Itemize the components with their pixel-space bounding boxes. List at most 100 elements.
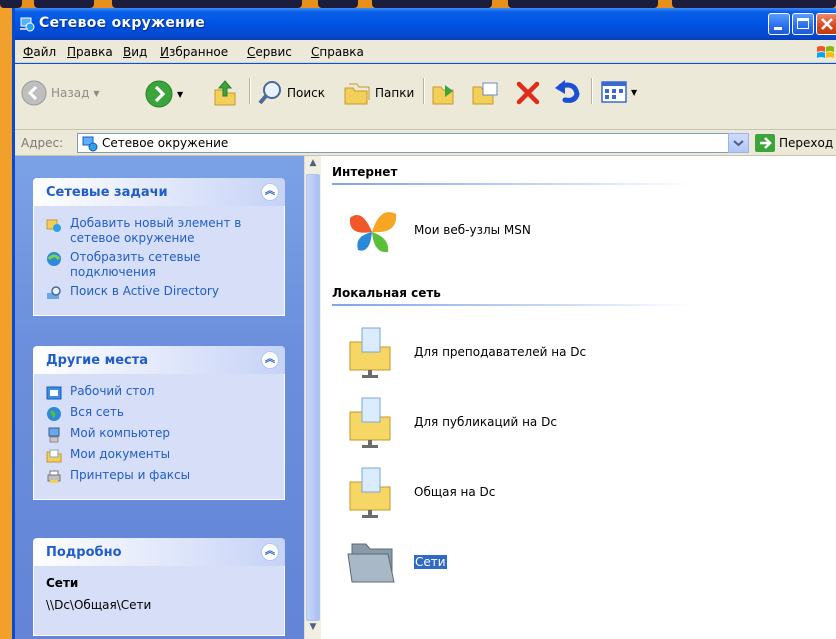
- address-value: Сетевое окружение: [102, 136, 229, 150]
- folders-button[interactable]: Папки: [343, 80, 414, 106]
- address-label: Адрес:: [21, 136, 64, 150]
- scroll-up-icon[interactable]: ▲: [305, 158, 321, 174]
- address-dropdown-button[interactable]: [728, 133, 749, 153]
- network-connections-icon: [47, 252, 61, 266]
- search-label: Поиск: [287, 86, 326, 100]
- network-tasks-title: Сетевые задачи: [46, 185, 168, 200]
- search-icon: [258, 81, 281, 105]
- network-tasks-group: Сетевые задачи ︽ Добавить новый элемент …: [33, 178, 285, 316]
- close-button[interactable]: [816, 13, 836, 35]
- other-places-header[interactable]: Другие места ︽: [33, 346, 285, 374]
- views-button[interactable]: ▼: [601, 80, 637, 104]
- forward-button[interactable]: ▼: [145, 80, 183, 108]
- other-places-title: Другие места: [46, 353, 149, 368]
- file-list: Интернет Мои веб-узлы MSN Локальная сеть: [322, 156, 836, 639]
- collapse-icon[interactable]: ︽: [261, 543, 279, 561]
- place-label: Мой компьютер: [70, 426, 170, 440]
- network-folder-icon: [349, 397, 391, 448]
- place-my-documents[interactable]: Мои документы: [46, 447, 274, 464]
- entire-network-icon: [47, 407, 61, 421]
- network-tasks-header[interactable]: Сетевые задачи ︽: [33, 178, 285, 206]
- other-places-body: Рабочий стол Вся сеть Мой компьютер Мои …: [33, 374, 285, 500]
- details-item-path: \\Dc\Общая\Сети: [46, 598, 152, 612]
- file-item-common-share[interactable]: Общая на Dc: [344, 464, 495, 520]
- window-title: Сетевое окружение: [39, 15, 205, 31]
- menu-file[interactable]: Файл: [23, 45, 56, 59]
- slide-top-strip: [0, 0, 836, 8]
- undo-icon[interactable]: [553, 80, 581, 106]
- desktop-icon: [46, 386, 62, 400]
- details-body: Сети \\Dc\Общая\Сети: [33, 566, 285, 636]
- file-item-seti-folder[interactable]: Сети: [344, 534, 447, 590]
- explorer-window: Сетевое окружение Файл Правка Вид Избран…: [12, 8, 836, 639]
- network-places-icon: [20, 17, 35, 32]
- views-icon: [601, 81, 627, 103]
- scroll-down-icon[interactable]: ▼: [305, 622, 321, 638]
- task-label: Поиск в Active Directory: [70, 284, 219, 298]
- network-tasks-body: Добавить новый элемент в сетевое окружен…: [33, 206, 285, 316]
- scroll-thumb[interactable]: [306, 174, 320, 621]
- views-dropdown-icon[interactable]: ▼: [631, 88, 637, 97]
- network-folder-icon: [349, 467, 391, 518]
- place-entire-network[interactable]: Вся сеть: [46, 405, 274, 422]
- delete-icon[interactable]: [515, 80, 541, 106]
- vertical-scrollbar[interactable]: ▲ ▼: [304, 156, 321, 639]
- menu-view[interactable]: Вид: [123, 45, 147, 59]
- file-name-selected: Сети: [414, 555, 447, 569]
- file-name: Для преподавателей на Dc: [414, 345, 587, 359]
- menu-bar: Файл Правка Вид Избранное Сервис Справка: [15, 40, 836, 63]
- section-divider: [332, 304, 692, 306]
- minimize-button[interactable]: [768, 13, 790, 35]
- up-folder-icon[interactable]: [211, 78, 239, 108]
- search-button[interactable]: Поиск: [257, 80, 325, 106]
- go-arrow-icon: [755, 134, 775, 152]
- windows-logo-icon: [817, 46, 834, 58]
- folders-label: Папки: [375, 86, 415, 100]
- back-dropdown-icon[interactable]: ▼: [93, 89, 99, 98]
- task-label: Добавить новый элемент в сетевое окружен…: [70, 216, 242, 245]
- file-name: Мои веб-узлы MSN: [414, 223, 531, 237]
- task-pane: Сетевые задачи ︽ Добавить новый элемент …: [15, 156, 304, 639]
- chevron-down-icon: [733, 140, 744, 147]
- task-add-network-place[interactable]: Добавить новый элемент в сетевое окружен…: [46, 216, 274, 246]
- network-folder-icon: [349, 327, 391, 378]
- close-icon: [821, 18, 833, 30]
- maximize-button[interactable]: [792, 13, 814, 35]
- copy-to-icon[interactable]: [471, 79, 501, 107]
- place-desktop[interactable]: Рабочий стол: [46, 384, 274, 401]
- back-label: Назад: [51, 86, 90, 100]
- my-documents-icon: [46, 449, 62, 463]
- section-header-internet: Интернет: [332, 165, 398, 179]
- toolbar: Назад ▼ ▼ Поиск Папки ▼: [15, 64, 836, 130]
- move-to-icon[interactable]: [431, 79, 461, 107]
- network-places-icon: [82, 136, 98, 152]
- menu-help[interactable]: Справка: [311, 45, 364, 59]
- task-search-directory[interactable]: Поиск в Active Directory: [46, 284, 274, 301]
- title-bar[interactable]: Сетевое окружение: [15, 8, 836, 40]
- file-item-msn[interactable]: Мои веб-узлы MSN: [344, 202, 531, 258]
- collapse-icon[interactable]: ︽: [261, 183, 279, 201]
- forward-dropdown-icon[interactable]: ▼: [177, 90, 183, 99]
- forward-arrow-icon: [145, 80, 173, 108]
- file-item-teachers-share[interactable]: Для преподавателей на Dc: [344, 324, 586, 380]
- file-item-publications-share[interactable]: Для публикаций на Dc: [344, 394, 557, 450]
- address-input[interactable]: Сетевое окружение: [77, 133, 749, 153]
- place-printers[interactable]: Принтеры и факсы: [46, 468, 274, 485]
- collapse-icon[interactable]: ︽: [261, 351, 279, 369]
- back-button[interactable]: Назад ▼: [21, 80, 100, 106]
- details-item-name: Сети: [46, 576, 79, 590]
- menu-favorites[interactable]: Избранное: [160, 45, 228, 59]
- section-divider: [332, 183, 692, 185]
- my-computer-icon: [48, 427, 60, 443]
- menu-edit[interactable]: Правка: [67, 45, 113, 59]
- go-button[interactable]: Переход: [755, 134, 833, 152]
- file-name: Для публикаций на Dc: [414, 415, 557, 429]
- other-places-group: Другие места ︽ Рабочий стол Вся сеть Мой…: [33, 346, 285, 500]
- task-show-connections[interactable]: Отобразить сетевые подключения: [46, 250, 274, 280]
- place-my-computer[interactable]: Мой компьютер: [46, 426, 274, 443]
- menu-tools[interactable]: Сервис: [247, 45, 292, 59]
- folder-icon: [347, 543, 395, 583]
- details-header[interactable]: Подробно ︽: [33, 538, 285, 566]
- folders-icon: [344, 83, 370, 105]
- go-label: Переход: [779, 136, 834, 150]
